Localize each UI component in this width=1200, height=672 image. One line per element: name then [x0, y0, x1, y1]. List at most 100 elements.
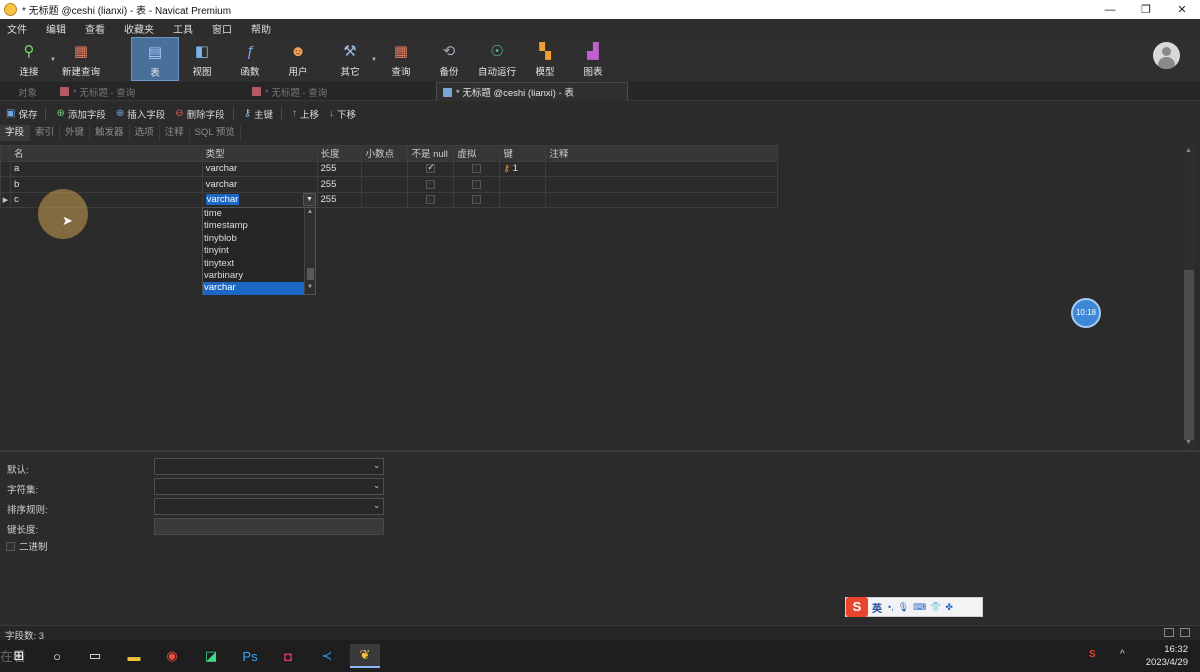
restore-button[interactable]: ❐	[1128, 0, 1164, 19]
column-header-virtual[interactable]: 虚拟	[453, 145, 501, 162]
charset-select[interactable]: ⌄	[154, 478, 384, 495]
other-button[interactable]: ⚒ 其它 ▼	[326, 37, 377, 81]
menu-file[interactable]: 文件	[0, 21, 39, 36]
column-header-length[interactable]: 长度	[316, 145, 363, 162]
type-option[interactable]: timestamp	[203, 220, 304, 232]
menu-window[interactable]: 窗口	[205, 21, 244, 36]
field-decimal-cell[interactable]	[361, 191, 409, 208]
type-dropdown-list[interactable]: time timestamp tinyblob tinyint tinytext…	[202, 207, 316, 295]
connect-dropdown-icon[interactable]: ▼	[50, 57, 56, 63]
move-up-button[interactable]: ↑ 上移	[292, 107, 319, 121]
type-option[interactable]: varbinary	[203, 270, 304, 282]
field-comment-cell[interactable]	[545, 176, 778, 193]
vscode-icon[interactable]: ≺	[312, 644, 342, 668]
table-row[interactable]: ▶ c varchar 255	[0, 191, 778, 208]
toolbox-icon[interactable]: ✤	[945, 602, 953, 613]
scroll-up-icon[interactable]: ▲	[1185, 147, 1192, 154]
scroll-down-icon[interactable]: ▼	[1185, 439, 1192, 446]
move-down-button[interactable]: ↓ 下移	[329, 107, 356, 121]
sogou-tray-icon[interactable]: S	[1089, 649, 1096, 660]
virtual-checkbox[interactable]	[472, 164, 482, 174]
task-view-icon[interactable]: ▭	[80, 644, 110, 668]
tab-table-design[interactable]: * 无标题 @ceshi (lianxi) - 表	[436, 82, 628, 101]
not-null-cell[interactable]	[407, 160, 455, 177]
field-length-cell[interactable]: 255	[316, 160, 363, 177]
type-option[interactable]: tinyint	[203, 245, 304, 257]
keyboard-icon[interactable]: ⌨	[913, 602, 926, 613]
virtual-checkbox[interactable]	[472, 195, 482, 205]
tray-expand-icon[interactable]: ^	[1120, 649, 1125, 660]
menu-favorites[interactable]: 收藏夹	[117, 21, 166, 36]
new-query-button[interactable]: ▦ 新建查询	[57, 37, 105, 81]
view-button[interactable]: ◧ 视图	[178, 37, 226, 81]
file-explorer-icon[interactable]: ▬	[119, 644, 149, 668]
subtab-foreign-keys[interactable]: 外键	[60, 125, 91, 141]
virtual-checkbox[interactable]	[472, 179, 482, 189]
start-windows-icon[interactable]: ⊞	[4, 644, 34, 668]
chrome-icon[interactable]: ◉	[157, 644, 187, 668]
menu-view[interactable]: 查看	[78, 21, 117, 36]
not-null-cell[interactable]	[407, 176, 455, 193]
field-type-cell[interactable]: varchar	[201, 176, 318, 193]
connect-button[interactable]: ⚲ 连接 ▼	[5, 37, 56, 81]
save-button[interactable]: ▣ 保存	[6, 107, 37, 121]
insert-field-button[interactable]: ⊕ 插入字段	[116, 107, 165, 121]
punctuation-icon[interactable]: •,	[888, 602, 894, 612]
skin-icon[interactable]: 👕	[930, 602, 941, 613]
field-decimal-cell[interactable]	[361, 176, 409, 193]
recording-timer-badge[interactable]: 10:18	[1071, 298, 1101, 328]
intellij-icon[interactable]: ◘	[273, 644, 303, 668]
panel-splitter[interactable]	[0, 450, 1200, 452]
virtual-cell[interactable]	[453, 191, 501, 208]
type-option[interactable]: tinyblob	[203, 233, 304, 245]
not-null-checkbox[interactable]	[426, 195, 436, 205]
type-dropdown-arrow-icon[interactable]: ▼	[303, 193, 316, 206]
menu-tools[interactable]: 工具	[166, 21, 205, 36]
sogou-logo-icon[interactable]: S	[846, 597, 868, 617]
table-row[interactable]: b varchar 255	[0, 176, 778, 193]
close-button[interactable]: ✕	[1164, 0, 1200, 19]
type-option[interactable]: tinytext	[203, 258, 304, 270]
photoshop-icon[interactable]: Ps	[235, 644, 265, 668]
table-button[interactable]: ▤ 表	[131, 37, 179, 81]
field-comment-cell[interactable]	[545, 191, 778, 208]
field-type-cell[interactable]: varchar	[201, 160, 318, 177]
column-header-comment[interactable]: 注释	[545, 145, 778, 162]
navicat-taskbar-icon[interactable]: ❦	[350, 644, 380, 668]
primary-key-button[interactable]: ⚷ 主键	[244, 107, 273, 121]
dropdown-scroll-thumb[interactable]	[307, 268, 314, 280]
subtab-comment[interactable]: 注释	[160, 125, 190, 141]
binary-option[interactable]: 二进制	[6, 539, 48, 553]
taskbar-clock[interactable]: 16:32 2023/4/29	[1146, 643, 1188, 669]
delete-field-button[interactable]: ⊖ 删除字段	[175, 107, 224, 121]
menu-edit[interactable]: 编辑	[39, 21, 78, 36]
auto-run-button[interactable]: ☉ 自动运行	[473, 37, 521, 81]
type-option[interactable]: time	[203, 208, 304, 220]
default-select[interactable]: ⌄	[154, 458, 384, 475]
grid-scrollbar[interactable]: ▲ ▼	[1183, 145, 1195, 450]
menu-help[interactable]: 帮助	[244, 21, 283, 36]
grid-scroll-thumb[interactable]	[1184, 270, 1194, 440]
minimize-button[interactable]: —	[1092, 0, 1128, 19]
type-combo-input[interactable]: varchar	[205, 194, 240, 206]
subtab-sql-preview[interactable]: SQL 预览	[190, 125, 241, 141]
field-length-cell[interactable]: 255	[316, 191, 363, 208]
search-circle-icon[interactable]: ○	[42, 644, 72, 668]
dropdown-scrollbar[interactable]: ▲ ▼	[304, 208, 315, 294]
scroll-down-icon[interactable]: ▼	[307, 284, 313, 290]
field-length-cell[interactable]: 255	[316, 176, 363, 193]
virtual-cell[interactable]	[453, 160, 501, 177]
key-cell[interactable]: ⚷ 1	[499, 160, 547, 177]
model-button[interactable]: ▚ 模型	[521, 37, 569, 81]
user-button[interactable]: ☻ 用户	[274, 37, 322, 81]
column-header-key[interactable]: 键	[499, 145, 547, 162]
grid-view-icon[interactable]	[1164, 628, 1174, 637]
key-length-input[interactable]	[154, 518, 384, 535]
binary-checkbox[interactable]	[6, 541, 15, 551]
function-button[interactable]: ƒ 函数	[226, 37, 274, 81]
pycharm-icon[interactable]: ◪	[196, 644, 226, 668]
query-button[interactable]: ▦ 查询	[377, 37, 425, 81]
virtual-cell[interactable]	[453, 176, 501, 193]
tab-objects[interactable]: 对象	[12, 82, 54, 101]
subtab-options[interactable]: 选项	[130, 125, 160, 141]
